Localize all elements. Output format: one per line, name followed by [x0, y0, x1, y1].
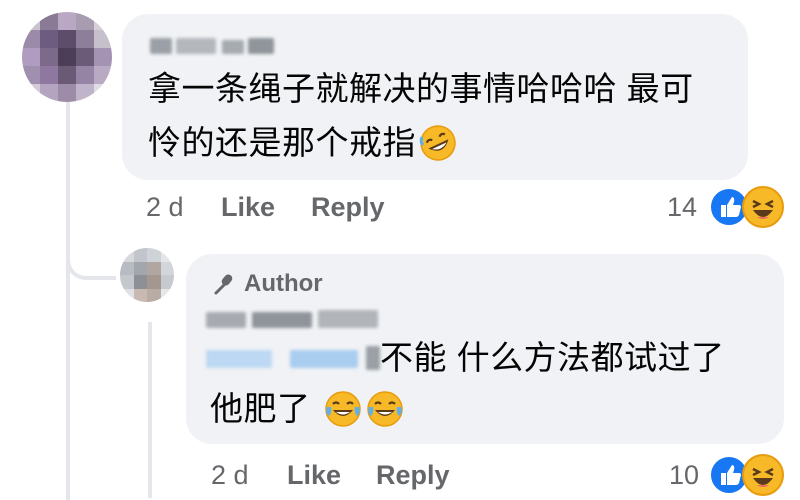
reply-button[interactable]: Reply [311, 192, 385, 223]
comment-timestamp[interactable]: 2 d [146, 192, 184, 223]
rolling-on-floor-laughing-icon [418, 123, 458, 163]
comment-text-line-2: 怜的还是那个戒指 [148, 124, 416, 161]
reply-text-line-2-wrap: 他肥了 [210, 382, 405, 436]
comment-text-line-1: 拿一条绳子就解决的事情哈哈哈 最可 [148, 70, 694, 107]
commenter-name-redacted[interactable] [150, 36, 274, 56]
avatar[interactable] [22, 12, 112, 102]
reply-like-button[interactable]: Like [287, 460, 341, 491]
reply-text-line-2: 他肥了 [210, 390, 311, 427]
haha-icon [742, 454, 784, 496]
reply-text-line-1: 不能 什么方法都试过了 [380, 339, 725, 376]
reaction-count[interactable]: 14 [667, 192, 697, 223]
reply-timestamp[interactable]: 2 d [211, 460, 249, 491]
reactions-summary[interactable] [706, 186, 786, 228]
comment-text-line-2-wrap: 怜的还是那个戒指 [148, 116, 458, 170]
reply-reply-button[interactable]: Reply [376, 460, 450, 491]
tears-of-joy-icon [323, 389, 363, 429]
tears-of-joy-icon [365, 389, 405, 429]
haha-icon [742, 186, 784, 228]
microphone-icon [212, 272, 236, 296]
thread-branch [66, 240, 116, 280]
reply-text-redacted-prefix [206, 346, 382, 372]
author-badge: Author [212, 270, 323, 298]
reply-reactions-summary[interactable] [706, 454, 786, 496]
author-badge-label: Author [244, 270, 323, 297]
reply-reaction-count[interactable]: 10 [669, 460, 699, 491]
like-button[interactable]: Like [221, 192, 275, 223]
reply-thread-line [148, 322, 152, 498]
replier-name-redacted[interactable] [206, 308, 386, 332]
reply-avatar[interactable] [120, 248, 174, 302]
thread-line [66, 102, 70, 500]
